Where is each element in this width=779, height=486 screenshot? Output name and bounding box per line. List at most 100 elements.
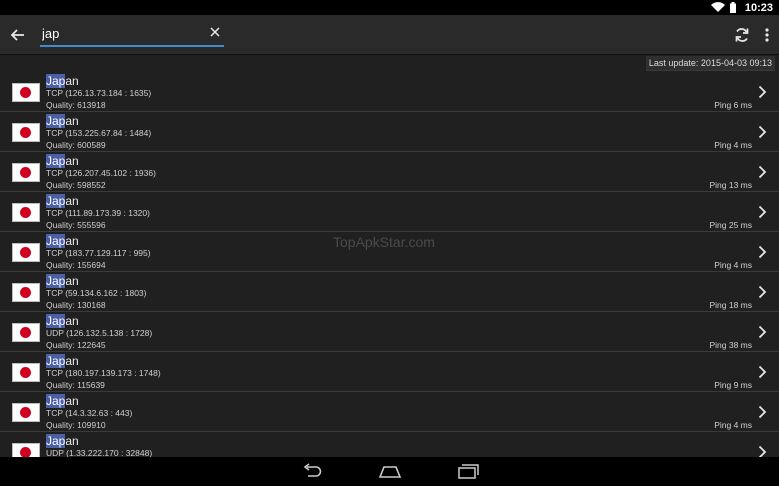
ping-value: Ping 6 ms bbox=[714, 100, 752, 110]
country-name-rest: an bbox=[65, 354, 79, 368]
country-name: Japan bbox=[46, 314, 79, 328]
country-name: Japan bbox=[46, 234, 79, 248]
protocol-address: TCP (153.225.67.84 : 1484) bbox=[46, 128, 152, 138]
ping-value: Ping 4 ms bbox=[714, 420, 752, 430]
quality-value: Quality: 130168 bbox=[46, 300, 106, 310]
quality-value: Quality: 598552 bbox=[46, 180, 106, 190]
chevron-right-icon[interactable] bbox=[758, 365, 767, 379]
ping-value: Ping 9 ms bbox=[714, 380, 752, 390]
ping-value: Ping 18 ms bbox=[709, 300, 752, 310]
country-name: Japan bbox=[46, 394, 79, 408]
ping-value: Ping 4 ms bbox=[714, 260, 752, 270]
watermark: TopApkStar.com bbox=[333, 234, 435, 250]
server-row[interactable]: Japan TCP (111.89.173.39 : 1320) Quality… bbox=[0, 193, 779, 232]
ping-value: Ping 4 ms bbox=[714, 140, 752, 150]
country-name-rest: an bbox=[65, 194, 79, 208]
server-row[interactable]: Japan TCP (180.197.139.173 : 1748) Quali… bbox=[0, 353, 779, 392]
chevron-right-icon[interactable] bbox=[758, 125, 767, 139]
quality-value: Quality: 122645 bbox=[46, 340, 106, 350]
country-name-rest: an bbox=[65, 114, 79, 128]
japan-flag-icon bbox=[12, 203, 40, 222]
server-list: Japan TCP (126.13.73.184 : 1635) Quality… bbox=[0, 73, 779, 457]
protocol-address: TCP (59.134.6.162 : 1803) bbox=[46, 288, 147, 298]
country-name-rest: an bbox=[65, 154, 79, 168]
protocol-address: UDP (126.132.5.138 : 1728) bbox=[46, 328, 153, 338]
quality-value: Quality: 155694 bbox=[46, 260, 106, 270]
search-highlight: Jap bbox=[46, 194, 66, 208]
chevron-right-icon[interactable] bbox=[758, 85, 767, 99]
clock: 10:23 bbox=[744, 1, 773, 14]
quality-value: Quality: 109910 bbox=[46, 420, 106, 430]
refresh-icon[interactable] bbox=[733, 26, 751, 44]
country-name: Japan bbox=[46, 354, 79, 368]
server-list-panel: Last update: 2015-04-03 09:13 Japan TCP … bbox=[0, 56, 779, 457]
country-name: Japan bbox=[46, 154, 79, 168]
server-row[interactable]: Japan TCP (126.207.45.102 : 1936) Qualit… bbox=[0, 153, 779, 192]
japan-flag-icon bbox=[12, 243, 40, 262]
country-name-rest: an bbox=[65, 314, 79, 328]
country-name-rest: an bbox=[65, 434, 79, 448]
quality-value: Quality: 115639 bbox=[46, 380, 105, 390]
search-input[interactable] bbox=[40, 21, 204, 45]
server-row[interactable]: Japan UDP (1.33.222.170 : 32848) bbox=[0, 433, 779, 457]
server-row[interactable]: Japan UDP (126.132.5.138 : 1728) Quality… bbox=[0, 313, 779, 352]
japan-flag-icon bbox=[12, 83, 40, 102]
server-row[interactable]: Japan TCP (126.13.73.184 : 1635) Quality… bbox=[0, 73, 779, 112]
last-update-label: Last update: 2015-04-03 09:13 bbox=[645, 56, 775, 71]
back-arrow-icon[interactable] bbox=[8, 25, 28, 45]
japan-flag-icon bbox=[12, 283, 40, 302]
country-name: Japan bbox=[46, 194, 79, 208]
chevron-right-icon[interactable] bbox=[758, 285, 767, 299]
protocol-address: TCP (126.207.45.102 : 1936) bbox=[46, 168, 156, 178]
server-row[interactable]: Japan TCP (14.3.32.63 : 443) Quality: 10… bbox=[0, 393, 779, 432]
search-highlight: Jap bbox=[46, 154, 66, 168]
protocol-address: UDP (1.33.222.170 : 32848) bbox=[46, 448, 153, 457]
status-bar: 10:23 bbox=[0, 0, 779, 15]
quality-value: Quality: 555596 bbox=[46, 220, 106, 230]
country-name: Japan bbox=[46, 74, 79, 88]
nav-home-icon[interactable] bbox=[378, 463, 402, 479]
ping-value: Ping 13 ms bbox=[709, 180, 752, 190]
country-name-rest: an bbox=[65, 74, 79, 88]
nav-recent-apps-icon[interactable] bbox=[457, 463, 479, 479]
search-highlight: Jap bbox=[46, 114, 66, 128]
server-row[interactable]: Japan TCP (153.225.67.84 : 1484) Quality… bbox=[0, 113, 779, 152]
chevron-right-icon[interactable] bbox=[758, 445, 767, 457]
country-name: Japan bbox=[46, 274, 79, 288]
ping-value: Ping 38 ms bbox=[709, 340, 752, 350]
search-highlight: Jap bbox=[46, 234, 66, 248]
search-highlight: Jap bbox=[46, 354, 66, 368]
chevron-right-icon[interactable] bbox=[758, 405, 767, 419]
search-highlight: Jap bbox=[46, 314, 66, 328]
protocol-address: TCP (180.197.139.173 : 1748) bbox=[46, 368, 161, 378]
clear-icon[interactable] bbox=[208, 25, 222, 39]
battery-icon bbox=[729, 2, 736, 13]
japan-flag-icon bbox=[12, 323, 40, 342]
protocol-address: TCP (111.89.173.39 : 1320) bbox=[46, 208, 150, 218]
japan-flag-icon bbox=[12, 123, 40, 142]
japan-flag-icon bbox=[12, 163, 40, 182]
server-row[interactable]: Japan TCP (59.134.6.162 : 1803) Quality:… bbox=[0, 273, 779, 312]
wifi-icon bbox=[710, 2, 725, 13]
chevron-right-icon[interactable] bbox=[758, 205, 767, 219]
chevron-right-icon[interactable] bbox=[758, 165, 767, 179]
nav-back-icon[interactable] bbox=[301, 463, 323, 479]
action-bar bbox=[0, 15, 779, 55]
country-name-rest: an bbox=[65, 274, 79, 288]
country-name: Japan bbox=[46, 114, 79, 128]
overflow-menu-icon[interactable] bbox=[760, 26, 774, 44]
protocol-address: TCP (183.77.129.117 : 995) bbox=[46, 248, 151, 258]
japan-flag-icon bbox=[12, 363, 40, 382]
japan-flag-icon bbox=[12, 443, 40, 457]
country-name: Japan bbox=[46, 434, 79, 448]
search-highlight: Jap bbox=[46, 394, 66, 408]
protocol-address: TCP (14.3.32.63 : 443) bbox=[46, 408, 133, 418]
quality-value: Quality: 613918 bbox=[46, 100, 106, 110]
country-name-rest: an bbox=[65, 234, 79, 248]
protocol-address: TCP (126.13.73.184 : 1635) bbox=[46, 88, 152, 98]
chevron-right-icon[interactable] bbox=[758, 245, 767, 259]
search-box bbox=[40, 21, 224, 47]
chevron-right-icon[interactable] bbox=[758, 325, 767, 339]
search-highlight: Jap bbox=[46, 274, 66, 288]
navigation-bar bbox=[0, 457, 779, 486]
